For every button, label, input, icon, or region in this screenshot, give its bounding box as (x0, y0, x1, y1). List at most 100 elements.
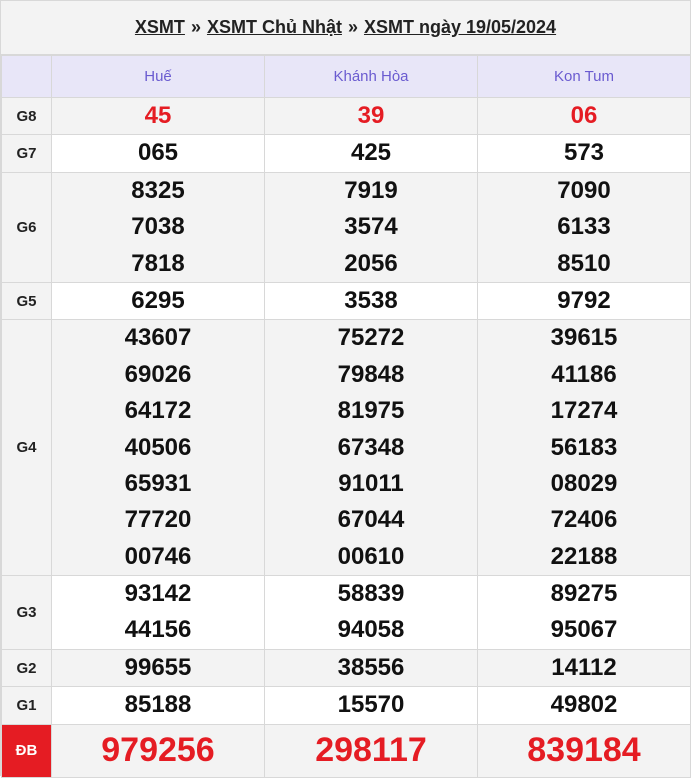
prize-cell: 9792 (477, 281, 691, 321)
prize-number: 75272 (337, 324, 405, 352)
prize-cell: 89275 95067 (477, 575, 691, 650)
prize-number: 00746 (124, 542, 192, 570)
prize-number: 22188 (550, 542, 618, 570)
prize-cell: 39 (264, 96, 478, 136)
prize-number: 58839 (337, 580, 405, 608)
prize-number: 40506 (124, 433, 192, 461)
special-prize-number: 298117 (264, 723, 478, 778)
corner-cell (1, 55, 52, 98)
prize-number: 77720 (124, 506, 192, 534)
prize-number: 65931 (124, 469, 192, 497)
prize-label: G3 (1, 575, 52, 650)
prize-cell: 8325 7038 7818 (51, 171, 265, 283)
prize-number: 39 (357, 102, 385, 129)
province-header-row: Huế Khánh Hòa Kon Tum (1, 55, 691, 98)
prize-label: G5 (1, 281, 52, 321)
prize-cell: 15570 (264, 686, 478, 725)
breadcrumb-link-xsmt-sunday[interactable]: XSMT Chủ Nhật (207, 17, 342, 38)
prize-cell: 7090 6133 8510 (477, 171, 691, 283)
prize-row-g5: G5 6295 3538 9792 (1, 281, 691, 321)
prize-cell: 45 (51, 96, 265, 136)
prize-number: 95067 (550, 616, 618, 644)
prize-cell: 3538 (264, 281, 478, 321)
prize-number: 39615 (550, 324, 618, 352)
province-header-khanh-hoa[interactable]: Khánh Hòa (264, 55, 478, 98)
results-table: Huế Khánh Hòa Kon Tum G8 45 39 06 G7 065 425 57… (1, 55, 691, 778)
prize-number: 72406 (550, 506, 618, 534)
province-header-kon-tum[interactable]: Kon Tum (477, 55, 691, 98)
prize-number: 85188 (124, 691, 192, 719)
prize-number: 00610 (337, 542, 405, 570)
prize-cell: 425 (264, 134, 478, 173)
prize-number: 44156 (124, 616, 192, 644)
prize-number: 81975 (337, 397, 405, 425)
prize-cell: 065 (51, 134, 265, 173)
prize-number: 64172 (124, 397, 192, 425)
province-header-hue[interactable]: Huế (51, 55, 265, 98)
breadcrumb-link-xsmt[interactable]: XSMT (135, 17, 185, 38)
prize-cell: 75272 79848 81975 67348 91011 67044 00610 (264, 319, 478, 577)
prize-cell: 14112 (477, 648, 691, 688)
prize-cell: 49802 (477, 686, 691, 725)
prize-number: 69026 (124, 360, 192, 388)
prize-number: 43607 (124, 324, 192, 352)
prize-number: 89275 (550, 580, 618, 608)
prize-label: G8 (1, 96, 52, 136)
prize-number: 573 (563, 139, 605, 167)
prize-cell: 06 (477, 96, 691, 136)
prize-cell: 58839 94058 (264, 575, 478, 650)
prize-number: 79848 (337, 360, 405, 388)
prize-number: 7919 (344, 176, 398, 204)
prize-row-g8: G8 45 39 06 (1, 96, 691, 136)
breadcrumb-separator: » (190, 17, 201, 37)
prize-row-g3: G3 93142 44156 58839 94058 89275 95067 (1, 575, 691, 650)
prize-number: 3538 (344, 286, 398, 314)
prize-cell: 39615 41186 17274 56183 08029 72406 22188 (477, 319, 691, 577)
prize-number: 6133 (557, 213, 611, 241)
prize-cell: 6295 (51, 281, 265, 321)
prize-number: 2056 (344, 249, 398, 277)
prize-label: G1 (1, 686, 52, 725)
prize-number: 17274 (550, 397, 618, 425)
prize-number: 7818 (131, 249, 185, 277)
prize-number: 06 (570, 102, 598, 129)
prize-number: 3574 (344, 213, 398, 241)
prize-cell: 38556 (264, 648, 478, 688)
prize-number: 99655 (124, 653, 192, 681)
prize-number: 9792 (557, 286, 611, 314)
prize-number: 67044 (337, 506, 405, 534)
prize-number: 67348 (337, 433, 405, 461)
special-prize-label: ĐB (1, 723, 52, 778)
prize-number: 94058 (337, 616, 405, 644)
prize-number: 93142 (124, 580, 192, 608)
prize-label: G4 (1, 319, 52, 577)
prize-number: 7038 (131, 213, 185, 241)
prize-row-special: ĐB 979256 298117 839184 (1, 723, 691, 778)
prize-number: 38556 (337, 653, 405, 681)
breadcrumb: XSMT » XSMT Chủ Nhật » XSMT ngày 19/05/2… (1, 1, 690, 55)
prize-number: 425 (350, 139, 392, 167)
prize-number: 49802 (550, 691, 618, 719)
prize-label: G7 (1, 134, 52, 173)
prize-number: 08029 (550, 469, 618, 497)
prize-number: 065 (137, 139, 179, 167)
prize-number: 6295 (131, 286, 185, 314)
prize-number: 91011 (338, 469, 404, 497)
results-panel: XSMT » XSMT Chủ Nhật » XSMT ngày 19/05/2… (0, 0, 691, 778)
breadcrumb-link-xsmt-date[interactable]: XSMT ngày 19/05/2024 (364, 17, 556, 38)
prize-number: 8510 (557, 249, 611, 277)
prize-cell: 573 (477, 134, 691, 173)
special-prize-number: 979256 (51, 723, 265, 778)
prize-number: 14112 (551, 653, 617, 681)
prize-body: G8 45 39 06 G7 065 425 573 G6 8325 7038 7818 7919 357… (1, 96, 691, 778)
prize-cell: 85188 (51, 686, 265, 725)
prize-row-g6: G6 8325 7038 7818 7919 3574 2056 7090 6133 8510 (1, 171, 691, 283)
prize-row-g4: G4 43607 69026 64172 40506 65931 77720 00746 752… (1, 319, 691, 577)
breadcrumb-separator: » (347, 17, 358, 37)
prize-row-g2: G2 99655 38556 14112 (1, 648, 691, 688)
prize-row-g1: G1 85188 15570 49802 (1, 686, 691, 725)
prize-number: 15570 (337, 691, 405, 719)
prize-number: 8325 (131, 176, 185, 204)
prize-number: 45 (144, 102, 172, 129)
special-prize-number: 839184 (477, 723, 691, 778)
